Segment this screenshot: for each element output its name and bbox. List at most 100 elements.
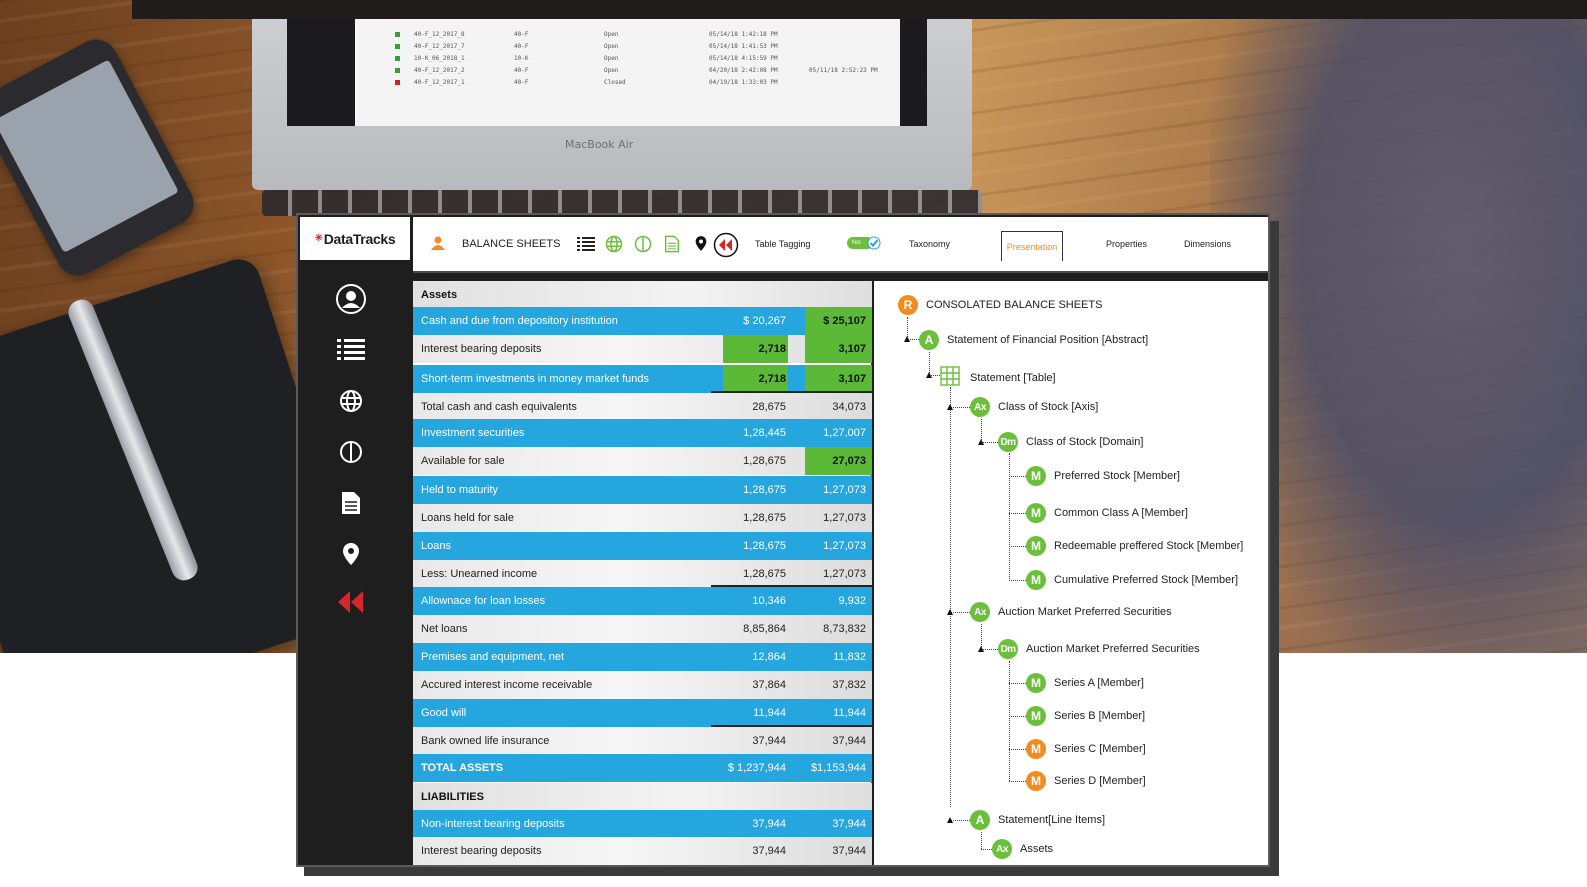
tree-node-label: Statement[Line Items] [998,814,1105,826]
table-row[interactable]: Total cash and cash equivalents 28,675 34,… [413,393,872,421]
globe-toolbar-icon[interactable] [605,235,623,253]
table-row[interactable]: Available for sale 1,28,675 27,073 [413,447,872,475]
value-current: $ 1,237,944 [727,762,786,774]
table-row[interactable]: Investment securities 1,28,445 1,27,007 [413,419,872,447]
value-prior: 37,944 [832,735,866,747]
value-prior: 37,832 [832,679,866,691]
value-current: 37,944 [752,735,786,747]
collapse-arrows-icon[interactable] [334,585,368,619]
laptop-cell: 04/19/18 1:33:03 PM [709,79,778,86]
table-tagging-toggle[interactable]: Yes [847,236,881,250]
value-prior: 27,073 [832,455,866,467]
value-current: 37,864 [752,679,786,691]
list-icon[interactable] [334,333,368,367]
laptop-cell: 40-F [514,43,529,50]
tree-node[interactable]: M Series C [Member] [1026,739,1146,759]
table-row[interactable]: Accured interest income receivable 37,864… [413,671,872,699]
table-row[interactable]: Non-interest bearing deposits 37,944 37,94… [413,810,872,838]
expand-arrow-icon[interactable] [926,372,932,378]
table-row[interactable]: Allownace for loan losses 10,346 9,932 [413,587,872,615]
value-prior: 11,832 [833,651,866,663]
tab-presentation[interactable]: Presentation [1001,231,1063,261]
tree-node-label: Preferred Stock [Member] [1054,470,1180,482]
tree-node[interactable]: Dm Class of Stock [Domain] [998,432,1143,452]
tree-node-label: Auction Market Preferred Securities [998,606,1172,618]
laptop-cell: 04/20/18 2:42:08 PM [709,67,778,74]
total-underline [711,391,872,393]
domain-badge-icon: Dm [998,432,1018,452]
tree-node[interactable]: Ax Class of Stock [Axis] [970,397,1098,417]
expand-arrow-icon[interactable] [904,336,910,342]
value-current: 37,944 [752,845,786,857]
table-row[interactable]: Short-term investments in money market f… [413,365,872,393]
table-row[interactable]: Bank owned life insurance 37,944 37,944 [413,727,872,755]
laptop-cell: 40-F [514,67,529,74]
split-circle-icon[interactable] [334,435,368,469]
tree-node[interactable]: M Cumulative Preferred Stock [Member] [1026,570,1238,590]
value-current: 11,944 [753,707,786,719]
user-icon[interactable] [334,282,368,316]
value-current: 12,864 [752,651,786,663]
tree-node[interactable]: Statement [Table] [940,366,1056,389]
value-prior: 1,27,073 [823,512,866,524]
value-prior: 37,944 [832,845,866,857]
tree-node[interactable]: Dm Auction Market Preferred Securities [998,639,1200,659]
table-row[interactable]: Loans 1,28,675 1,27,073 [413,532,872,560]
expand-arrow-icon[interactable] [947,817,953,823]
tree-node[interactable]: M Series D [Member] [1026,771,1146,791]
list-toolbar-icon[interactable] [577,237,595,251]
tree-connector [1009,716,1026,717]
laptop-cell: 40-F [514,79,529,86]
tree-node[interactable]: Ax Auction Market Preferred Securities [970,602,1172,622]
tree-node[interactable]: A Statement of Financial Position [Abstra… [919,330,1148,350]
tree-root[interactable]: R CONSOLATED BALANCE SHEETS [898,295,1102,315]
tree-node[interactable]: Ax Assets [992,839,1053,859]
table-row[interactable]: Interest bearing deposits 37,944 37,944 [413,837,872,865]
tree-node[interactable]: M Redeemable preffered Stock [Member] [1026,536,1243,556]
split-circle-toolbar-icon[interactable] [634,235,652,253]
tab-dimensions[interactable]: Dimensions [1184,239,1231,249]
tree-node[interactable]: M Series B [Member] [1026,706,1145,726]
page-title: BALANCE SHEETS [462,238,561,250]
value-prior: 3,107 [838,373,866,385]
table-row[interactable]: Held to maturity 1,28,675 1,27,073 [413,476,872,504]
expand-arrow-icon[interactable] [947,609,953,615]
table-row[interactable]: Cash and due from depository institution… [413,307,872,335]
tree-connector [950,407,970,408]
table-row[interactable]: Net loans 8,85,864 8,73,832 [413,615,872,643]
member-badge-icon: M [1026,503,1046,523]
tree-node[interactable]: M Preferred Stock [Member] [1026,466,1180,486]
table-row[interactable]: Interest bearing deposits 2,718 3,107 [413,335,872,363]
tree-node[interactable]: A Statement[Line Items] [970,810,1105,830]
expand-arrow-icon[interactable] [947,404,953,410]
document-icon[interactable] [334,486,368,520]
table-row[interactable]: Good will 11,944 11,944 [413,699,872,727]
table-grid-icon [940,366,960,389]
value-current: 10,346 [752,595,786,607]
location-pin-icon[interactable] [334,537,368,571]
table-row[interactable]: Less: Unearned income 1,28,675 1,27,073 [413,560,872,588]
value-current: 1,28,445 [743,427,786,439]
table-row[interactable]: Premises and equipment, net 12,864 11,832 [413,643,872,671]
tab-taxonomy[interactable]: Taxonomy [909,239,950,249]
table-row[interactable]: TOTAL ASSETS $ 1,237,944 $1,153,944 [413,754,872,782]
laptop-cell: 40-F_12_2017_2 [414,67,465,74]
tab-properties[interactable]: Properties [1106,239,1147,249]
member-badge-icon: M [1026,706,1046,726]
document-toolbar-icon[interactable] [665,235,679,253]
globe-icon[interactable] [334,384,368,418]
member-badge-icon: M [1026,771,1046,791]
tree-node[interactable]: M Common Class A [Member] [1026,503,1188,523]
value-prior: $1,153,944 [810,762,866,774]
datatracks-logo: ✳ DataTracks [300,217,410,260]
location-pin-toolbar-icon[interactable] [695,235,707,252]
table-row[interactable]: Loans held for sale 1,28,675 1,27,073 [413,504,872,532]
check-icon [867,236,881,250]
tree-node[interactable]: M Series A [Member] [1026,673,1144,693]
expand-arrow-icon[interactable] [978,439,984,445]
laptop-screen-row: 40-F_12_2017_2 40-F Open 04/20/18 2:42:08 P… [395,67,879,74]
expand-arrow-icon[interactable] [978,646,984,652]
tree-connector [1009,749,1026,750]
value-prior: 1,27,007 [823,427,866,439]
rewind-toolbar-icon[interactable] [713,232,739,258]
